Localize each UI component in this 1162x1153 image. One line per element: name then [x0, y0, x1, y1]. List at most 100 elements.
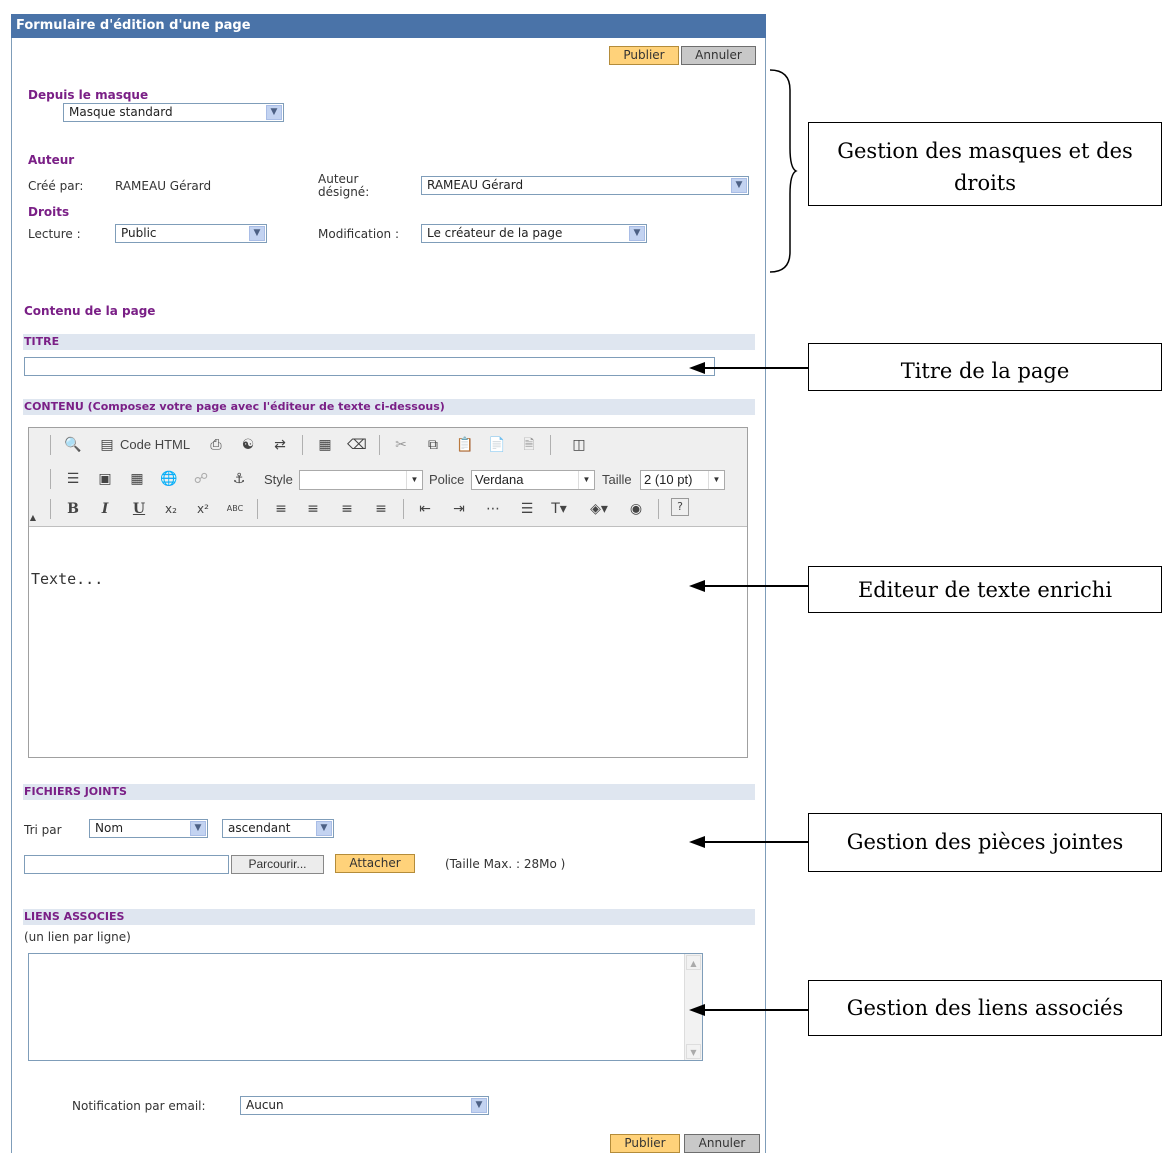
file-input[interactable] — [24, 855, 229, 874]
copy-icon[interactable]: ⧉ — [422, 434, 444, 456]
cancel-button-top[interactable]: Annuler — [681, 46, 756, 65]
bullet-list-icon[interactable]: ⋯ — [482, 498, 504, 520]
designated-author-label-line2: désigné: — [318, 185, 370, 199]
align-left-icon[interactable]: ≡ — [270, 498, 292, 520]
chevron-down-icon: ▼ — [629, 226, 645, 241]
notification-select[interactable]: Aucun ▼ — [240, 1096, 489, 1115]
paste-icon[interactable]: 📋 — [454, 434, 476, 456]
arrow-left-icon — [689, 580, 705, 592]
scroll-up-icon[interactable]: ▲ — [686, 955, 701, 970]
toolbar-separator — [379, 435, 380, 455]
sort-field-select[interactable]: Nom ▼ — [89, 819, 208, 838]
arrow-line — [700, 841, 808, 843]
attachments-section-bar: FICHIERS JOINTS — [23, 784, 755, 800]
read-rights-value: Public — [121, 226, 157, 240]
editor-content[interactable]: Texte... — [31, 570, 103, 588]
attach-button[interactable]: Attacher — [335, 854, 415, 873]
sort-field-value: Nom — [95, 821, 124, 835]
paste-word-icon[interactable]: 🗎 — [518, 434, 540, 456]
replace-icon[interactable]: ⇄ — [269, 434, 291, 456]
designated-author-select[interactable]: RAMEAU Gérard ▼ — [421, 176, 749, 195]
scroll-down-icon[interactable]: ▼ — [686, 1044, 701, 1059]
remove-format-icon[interactable]: ⌫ — [346, 434, 368, 456]
form-icon[interactable]: ▦ — [126, 468, 148, 490]
content-section-bar: CONTENU (Composez votre page avec l'édit… — [23, 399, 755, 415]
anchor-icon[interactable]: ⚓ — [228, 468, 250, 490]
modify-rights-select[interactable]: Le créateur de la page ▼ — [421, 224, 647, 243]
browse-button[interactable]: Parcourir... — [231, 855, 324, 874]
numbered-list-icon[interactable]: ☰ — [516, 498, 538, 520]
title-input[interactable] — [24, 357, 715, 376]
annotation-links: Gestion des liens associés — [808, 980, 1162, 1036]
panel-title: Formulaire d'édition d'une page — [11, 14, 766, 38]
italic-icon[interactable]: I — [94, 498, 116, 520]
table-icon[interactable]: ◫ — [568, 434, 590, 456]
toolbar-grip — [50, 499, 51, 519]
font-label: Police — [429, 472, 465, 487]
unlink-icon[interactable]: ☍ — [190, 468, 212, 490]
template-select-value: Masque standard — [69, 105, 173, 119]
code-html-icon[interactable]: ▤ — [96, 434, 118, 456]
size-label: Taille — [602, 472, 632, 487]
annotation-masks-rights: Gestion des masques et des droits — [808, 122, 1162, 206]
size-select[interactable]: 2 (10 pt) ▼ — [640, 470, 725, 490]
link-icon[interactable]: 🌐 — [158, 468, 180, 490]
subscript-icon[interactable]: x₂ — [160, 498, 182, 520]
arrow-line — [700, 585, 808, 587]
designated-author-label: Auteur désigné: — [318, 173, 369, 199]
arrow-left-icon — [689, 362, 705, 374]
sort-order-select[interactable]: ascendant ▼ — [222, 819, 334, 838]
bold-icon[interactable]: B — [62, 498, 84, 520]
content-heading: Contenu de la page — [24, 304, 156, 318]
title-section-bar: TITRE — [23, 334, 755, 350]
template-select[interactable]: Masque standard ▼ — [63, 103, 284, 122]
align-justify-icon[interactable]: ≡ — [370, 498, 392, 520]
cancel-button-bottom[interactable]: Annuler — [684, 1134, 760, 1153]
align-center-icon[interactable]: ≡ — [302, 498, 324, 520]
links-hint: (un lien par ligne) — [24, 930, 131, 944]
underline-icon[interactable]: U — [128, 498, 150, 520]
read-rights-select[interactable]: Public ▼ — [115, 224, 267, 243]
chevron-down-icon: ▼ — [708, 471, 724, 489]
style-select[interactable]: ▼ — [299, 470, 423, 490]
chevron-down-icon: ▼ — [249, 226, 265, 241]
chevron-down-icon: ▼ — [406, 471, 422, 489]
find-icon[interactable]: ☯ — [237, 434, 259, 456]
indent-icon[interactable]: ⇥ — [448, 498, 470, 520]
links-textarea[interactable]: ▲ ▼ — [28, 953, 703, 1061]
sort-order-value: ascendant — [228, 821, 291, 835]
toolbar-separator — [658, 499, 659, 519]
preview-icon[interactable]: 🔍 — [62, 434, 84, 456]
background-color-icon[interactable]: ◈▾ — [588, 498, 610, 520]
spellcheck-icon[interactable]: ABC — [224, 498, 246, 520]
font-select[interactable]: Verdana ▼ — [471, 470, 595, 490]
special-char-icon[interactable]: ◉ — [625, 498, 647, 520]
chevron-down-icon: ▼ — [190, 821, 206, 836]
annotation-page-title: Titre de la page — [808, 343, 1162, 391]
superscript-icon[interactable]: x² — [192, 498, 214, 520]
image-icon[interactable]: ▣ — [94, 468, 116, 490]
brace-icon — [769, 69, 798, 273]
author-heading: Auteur — [28, 153, 75, 167]
align-right-icon[interactable]: ≡ — [336, 498, 358, 520]
notification-value: Aucun — [246, 1098, 284, 1112]
publish-button-top[interactable]: Publier — [609, 46, 679, 65]
annotation-rich-editor: Editeur de texte enrichi — [808, 566, 1162, 613]
code-html-button[interactable]: Code HTML — [120, 434, 190, 456]
text-color-icon[interactable]: T▾ — [548, 498, 570, 520]
cut-icon[interactable]: ✂ — [390, 434, 412, 456]
help-icon[interactable]: ? — [671, 498, 689, 516]
created-by-label: Créé par: — [28, 179, 84, 193]
style-label: Style — [264, 472, 293, 487]
publish-button-bottom[interactable]: Publier — [610, 1134, 680, 1153]
select-all-icon[interactable]: ▦ — [314, 434, 336, 456]
outdent-icon[interactable]: ⇤ — [414, 498, 436, 520]
editor-toolbar: 🔍 ▤ Code HTML ⎙ ☯ ⇄ ▦ ⌫ ✂ ⧉ 📋 📄 🗎 ◫ ☰ ▣ … — [29, 428, 747, 527]
chevron-down-icon: ▼ — [471, 1098, 487, 1113]
print-icon[interactable]: ⎙ — [205, 434, 227, 456]
horizontal-rule-icon[interactable]: ☰ — [62, 468, 84, 490]
notification-label: Notification par email: — [72, 1099, 206, 1113]
chevron-down-icon: ▼ — [316, 821, 332, 836]
paste-text-icon[interactable]: 📄 — [486, 434, 508, 456]
collapse-toolbar-icon[interactable]: ▲ — [27, 512, 39, 524]
